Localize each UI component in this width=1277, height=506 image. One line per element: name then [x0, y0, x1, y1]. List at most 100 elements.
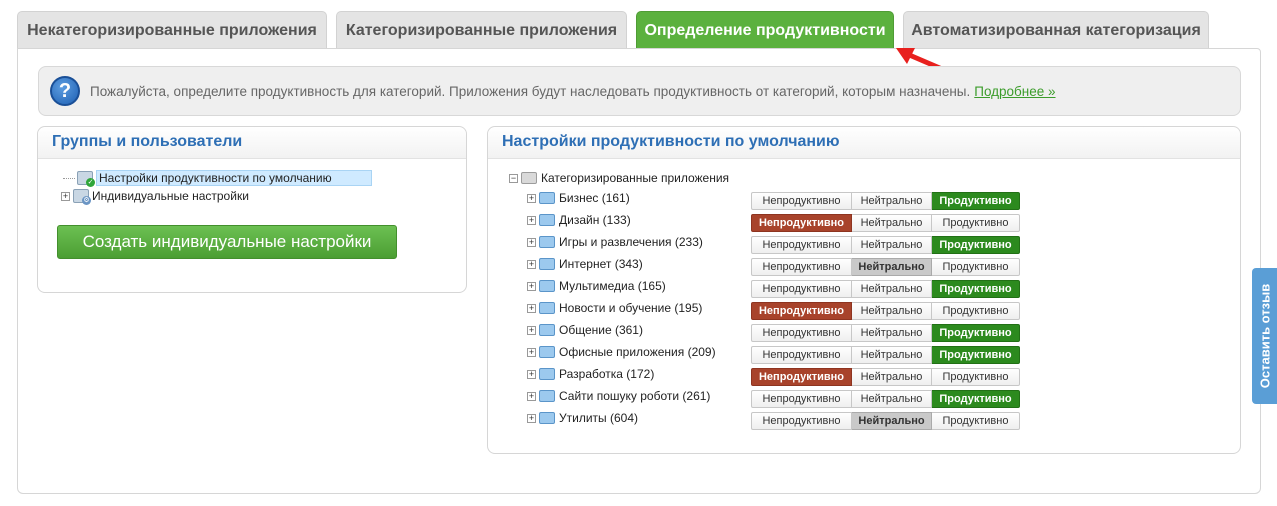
option-productive[interactable]: Продуктивно	[932, 214, 1020, 232]
category-label: Дизайн (133)	[559, 213, 631, 227]
option-unproductive[interactable]: Непродуктивно	[751, 302, 852, 320]
option-productive[interactable]: Продуктивно	[932, 302, 1020, 320]
category-row[interactable]: + Мультимедиа (165)	[527, 277, 666, 295]
option-productive[interactable]: Продуктивно	[932, 258, 1020, 276]
option-neutral[interactable]: Нейтрально	[852, 280, 932, 298]
category-label: Сайти пошуку роботи (261)	[559, 389, 711, 403]
category-row[interactable]: + Новости и обучение (195)	[527, 299, 702, 317]
option-unproductive[interactable]: Непродуктивно	[751, 390, 852, 408]
tree-item-default-settings[interactable]: ✓ Настройки продуктивности по умолчанию	[63, 169, 372, 187]
option-productive[interactable]: Продуктивно	[932, 280, 1020, 298]
category-row[interactable]: + Сайти пошуку роботи (261)	[527, 387, 710, 405]
productivity-toggle: Непродуктивно Нейтрально Продуктивно	[751, 280, 1020, 298]
folder-icon	[539, 412, 555, 424]
category-row[interactable]: + Утилиты (604)	[527, 409, 638, 427]
option-neutral[interactable]: Нейтрально	[852, 346, 932, 364]
option-unproductive[interactable]: Непродуктивно	[751, 346, 852, 364]
option-unproductive[interactable]: Непродуктивно	[751, 324, 852, 342]
tree-root-categorized[interactable]: − Категоризированные приложения	[509, 169, 729, 187]
more-link[interactable]: Подробнее »	[974, 84, 1055, 99]
option-neutral[interactable]: Нейтрально	[852, 368, 932, 386]
expand-icon[interactable]: +	[527, 325, 536, 335]
option-neutral[interactable]: Нейтрально	[852, 236, 932, 254]
expand-icon[interactable]: +	[527, 413, 536, 423]
productivity-toggle: Непродуктивно Нейтрально Продуктивно	[751, 258, 1020, 276]
expand-icon[interactable]: +	[527, 193, 536, 203]
category-label: Разработка (172)	[559, 367, 655, 381]
option-unproductive[interactable]: Непродуктивно	[751, 214, 852, 232]
category-label: Общение (361)	[559, 323, 643, 337]
option-unproductive[interactable]: Непродуктивно	[751, 236, 852, 254]
expand-icon[interactable]: +	[527, 369, 536, 379]
option-productive[interactable]: Продуктивно	[932, 368, 1020, 386]
feedback-label: Оставить отзыв	[1257, 283, 1272, 389]
option-unproductive[interactable]: Непродуктивно	[751, 412, 852, 430]
expand-icon[interactable]: +	[527, 303, 536, 313]
option-neutral[interactable]: Нейтрально	[852, 412, 932, 430]
category-label: Офисные приложения (209)	[559, 345, 716, 359]
folder-icon	[521, 172, 537, 184]
tab-uncategorized[interactable]: Некатегоризированные приложения	[17, 11, 327, 49]
option-neutral[interactable]: Нейтрально	[852, 258, 932, 276]
expand-icon[interactable]: +	[527, 281, 536, 291]
category-row[interactable]: + Офисные приложения (209)	[527, 343, 716, 361]
expand-icon[interactable]: +	[527, 391, 536, 401]
folder-icon	[539, 280, 555, 292]
option-productive[interactable]: Продуктивно	[932, 192, 1020, 210]
feedback-tab[interactable]: Оставить отзыв	[1252, 268, 1277, 404]
productivity-toggle: Непродуктивно Нейтрально Продуктивно	[751, 236, 1020, 254]
category-row[interactable]: + Общение (361)	[527, 321, 643, 339]
folder-icon	[539, 302, 555, 314]
tree-item-individual-settings[interactable]: + ⚙ Индивидуальные настройки	[61, 187, 249, 205]
tab-productivity[interactable]: Определение продуктивности	[636, 11, 894, 49]
category-row[interactable]: + Игры и развлечения (233)	[527, 233, 703, 251]
folder-icon	[539, 390, 555, 402]
expand-icon[interactable]: +	[527, 237, 536, 247]
productivity-toggle: Непродуктивно Нейтрально Продуктивно	[751, 390, 1020, 408]
user-settings-icon: ✓	[77, 171, 95, 187]
option-unproductive[interactable]: Непродуктивно	[751, 280, 852, 298]
option-unproductive[interactable]: Непродуктивно	[751, 258, 852, 276]
folder-icon	[539, 324, 555, 336]
tab-categorized[interactable]: Категоризированные приложения	[336, 11, 627, 49]
expand-icon[interactable]: +	[61, 191, 70, 201]
category-row[interactable]: + Разработка (172)	[527, 365, 654, 383]
option-productive[interactable]: Продуктивно	[932, 412, 1020, 430]
category-row[interactable]: + Интернет (343)	[527, 255, 643, 273]
info-text: Пожалуйста, определите продуктивность дл…	[90, 83, 971, 99]
productivity-toggle: Непродуктивно Нейтрально Продуктивно	[751, 192, 1020, 210]
folder-icon	[539, 214, 555, 226]
option-neutral[interactable]: Нейтрально	[852, 214, 932, 232]
create-individual-settings-button[interactable]: Создать индивидуальные настройки	[57, 225, 397, 259]
tree-item-label: Настройки продуктивности по умолчанию	[96, 170, 372, 186]
option-productive[interactable]: Продуктивно	[932, 346, 1020, 364]
expand-icon[interactable]: +	[527, 259, 536, 269]
productivity-toggle: Непродуктивно Нейтрально Продуктивно	[751, 302, 1020, 320]
default-settings-title: Настройки продуктивности по умолчанию	[488, 127, 1240, 159]
folder-icon	[539, 346, 555, 358]
category-row[interactable]: + Дизайн (133)	[527, 211, 631, 229]
option-neutral[interactable]: Нейтрально	[852, 302, 932, 320]
productivity-toggle: Непродуктивно Нейтрально Продуктивно	[751, 368, 1020, 386]
option-neutral[interactable]: Нейтрально	[852, 390, 932, 408]
expand-icon[interactable]: +	[527, 347, 536, 357]
category-row[interactable]: + Бизнес (161)	[527, 189, 630, 207]
option-productive[interactable]: Продуктивно	[932, 324, 1020, 342]
collapse-icon[interactable]: −	[509, 173, 518, 183]
option-productive[interactable]: Продуктивно	[932, 236, 1020, 254]
category-label: Бизнес (161)	[559, 191, 630, 205]
expand-icon[interactable]: +	[527, 215, 536, 225]
option-neutral[interactable]: Нейтрально	[852, 192, 932, 210]
help-icon: ?	[50, 76, 80, 106]
folder-icon	[539, 368, 555, 380]
productivity-toggle: Непродуктивно Нейтрально Продуктивно	[751, 214, 1020, 232]
tree-root-label: Категоризированные приложения	[541, 171, 730, 185]
user-group-icon: ⚙	[73, 189, 91, 205]
groups-panel: Группы и пользователи	[37, 126, 467, 293]
option-productive[interactable]: Продуктивно	[932, 390, 1020, 408]
folder-icon	[539, 236, 555, 248]
option-neutral[interactable]: Нейтрально	[852, 324, 932, 342]
option-unproductive[interactable]: Непродуктивно	[751, 192, 852, 210]
option-unproductive[interactable]: Непродуктивно	[751, 368, 852, 386]
category-label: Игры и развлечения (233)	[559, 235, 703, 249]
